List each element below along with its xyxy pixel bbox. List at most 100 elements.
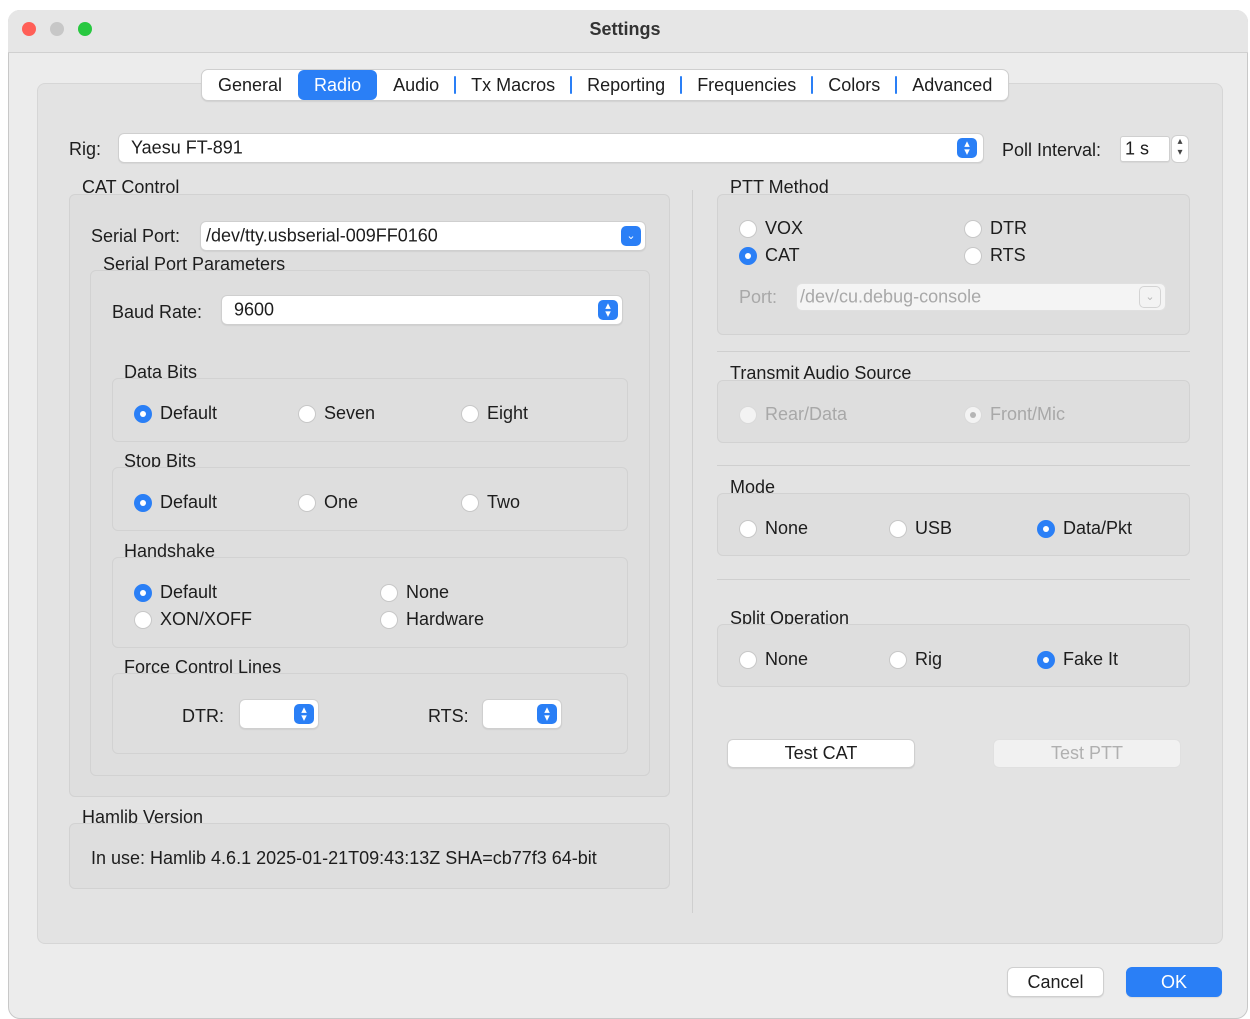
data-bits-seven-radio[interactable]: Seven [298,403,375,424]
radio-unselected [298,404,316,423]
radio-selected [134,583,152,602]
up-down-arrows-icon: ▴ ▾ [598,300,618,320]
radio-label: Seven [324,403,376,423]
poll-interval-value: 1 s [1125,138,1150,159]
radio-unselected [461,493,479,512]
radio-unselected [461,404,479,423]
window-title: Settings [589,19,661,39]
mode-data-pkt-radio[interactable]: Data/Pkt [1037,518,1132,539]
poll-interval-stepper[interactable]: ▴ ▾ [1171,135,1189,163]
tab-radio[interactable]: Radio [298,70,378,100]
radio-unselected [739,650,757,669]
radio-disabled-selected [964,405,982,424]
radio-unselected [889,650,907,669]
serial-port-select[interactable]: /dev/tty.usbserial-009FF0160 ⌄ [200,221,646,251]
radio-label: Hardware [406,609,485,629]
chevron-down-icon: ⌄ [621,226,641,246]
ptt-rts-radio[interactable]: RTS [964,245,1026,266]
radio-selected [739,246,757,265]
ok-button[interactable]: OK [1126,967,1222,997]
radio-label: Rear/Data [765,404,848,424]
tab-general[interactable]: General [202,70,298,100]
rts-select[interactable]: ▴ ▾ [482,699,562,729]
serial-port-value: /dev/tty.usbserial-009FF0160 [206,225,438,246]
tab-label: Radio [314,74,362,95]
rig-label: Rig: [69,139,102,159]
radio-label: XON/XOFF [160,609,253,629]
ptt-port-label: Port: [739,287,778,307]
radio-label: One [324,492,359,512]
tab-advanced[interactable]: Advanced [896,70,1008,100]
serial-port-label: Serial Port: [91,226,181,246]
mode-none-radio[interactable]: None [739,518,808,539]
tab-bar: General Radio Audio Tx Macros Reporting … [201,69,1010,101]
baud-rate-select[interactable]: 9600 ▴ ▾ [221,295,623,325]
handshake-xonxoff-radio[interactable]: XON/XOFF [134,609,252,630]
radio-label: None [765,518,809,538]
radio-label: Data/Pkt [1063,518,1133,538]
radio-label: Rig [915,649,943,669]
radio-disabled [739,405,757,424]
chevron-down-icon: ⌄ [1139,286,1161,308]
test-cat-button[interactable]: Test CAT [727,739,915,768]
tx-audio-front-mic-radio[interactable]: Front/Mic [964,404,1065,425]
data-bits-eight-radio[interactable]: Eight [461,403,528,424]
tab-label: Tx Macros [471,74,556,95]
split-none-radio[interactable]: None [739,649,808,670]
radio-label: Front/Mic [990,404,1066,424]
tab-reporting[interactable]: Reporting [571,70,683,100]
poll-interval-label: Poll Interval: [1002,140,1102,160]
stop-bits-two-radio[interactable]: Two [461,492,520,513]
radio-unselected [134,610,152,629]
radio-unselected [380,610,398,629]
tab-audio[interactable]: Audio [377,70,457,100]
separator [717,579,1190,580]
rig-select[interactable]: Yaesu FT-891 ▴ ▾ [118,133,984,163]
dtr-select[interactable]: ▴ ▾ [239,699,319,729]
handshake-default-radio[interactable]: Default [134,582,217,603]
tab-label: Audio [393,74,440,95]
radio-selected [134,493,152,512]
radio-unselected [889,519,907,538]
mode-usb-radio[interactable]: USB [889,518,952,539]
stop-bits-default-radio[interactable]: Default [134,492,217,513]
baud-rate-label: Baud Rate: [112,302,203,322]
split-rig-radio[interactable]: Rig [889,649,942,670]
ptt-port-select[interactable]: /dev/cu.debug-console ⌄ [796,283,1166,311]
split-fake-it-radio[interactable]: Fake It [1037,649,1118,670]
tab-tx-macros[interactable]: Tx Macros [455,70,573,100]
stop-bits-one-radio[interactable]: One [298,492,358,513]
radio-label: Default [160,492,218,512]
ptt-port-value: /dev/cu.debug-console [800,286,982,307]
hamlib-version-text: In use: Hamlib 4.6.1 2025-01-21T09:43:13… [91,848,597,868]
radio-label: Eight [487,403,529,423]
data-bits-default-radio[interactable]: Default [134,403,217,424]
radio-label: Default [160,582,218,602]
poll-interval-field[interactable]: 1 s [1120,136,1170,162]
handshake-hardware-radio[interactable]: Hardware [380,609,484,630]
ptt-cat-radio[interactable]: CAT [739,245,800,266]
cancel-button[interactable]: Cancel [1007,967,1104,997]
test-ptt-button[interactable]: Test PTT [993,739,1181,768]
tab-label: Advanced [912,74,993,95]
radio-unselected [964,219,982,238]
tab-colors[interactable]: Colors [812,70,898,100]
ptt-vox-radio[interactable]: VOX [739,218,803,239]
baud-rate-value: 9600 [234,299,275,320]
up-down-arrows-icon: ▴ ▾ [294,704,314,724]
radio-selected [1037,519,1055,538]
radio-unselected [739,519,757,538]
rig-value: Yaesu FT-891 [131,137,243,158]
separator [717,351,1190,352]
rts-label: RTS: [428,706,469,726]
radio-label: DTR [990,218,1027,238]
handshake-none-radio[interactable]: None [380,582,449,603]
radio-unselected [380,583,398,602]
ptt-dtr-radio[interactable]: DTR [964,218,1027,239]
column-divider [692,190,693,913]
tx-audio-rear-data-radio[interactable]: Rear/Data [739,404,847,425]
radio-label: Fake It [1063,649,1119,669]
tab-frequencies[interactable]: Frequencies [681,70,814,100]
radio-label: CAT [765,245,800,265]
radio-label: Two [487,492,521,512]
